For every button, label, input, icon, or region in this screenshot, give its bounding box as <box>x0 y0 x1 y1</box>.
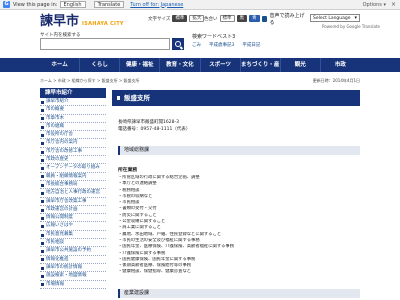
powered-by-google: Powered by Google Translate <box>322 24 380 29</box>
list-item: ・健康相談、保健指導、健康診査など <box>118 269 192 275</box>
font-size-label: 文字サイズ <box>148 16 171 22</box>
contact-info: 長崎県諫早市飯盛町開1628-3 電話番号：0957-48-1111（代表） <box>118 119 190 133</box>
keyword-link[interactable]: ごみ <box>192 42 201 48</box>
sidebar-item[interactable]: 諫早市公共施設の予約 <box>40 247 106 256</box>
sidebar-item[interactable]: 情報公開制度 <box>40 214 106 223</box>
keyword-ranking-title: 検索ワードベスト3 <box>192 34 236 40</box>
read-aloud-label: 音声で読み上げる <box>269 12 305 26</box>
color-blue-button[interactable]: 青 <box>249 15 260 22</box>
address: 長崎県諫早市飯盛町開1628-3 <box>118 120 179 125</box>
sidebar: 諫早市紹介 諫早市紹介 市の概要 市章市木 市の組織 市役所の庁舎 市庁舎内の案内 市庁舎の… <box>40 88 106 289</box>
font-size-controls: 文字サイズ 標準 拡大 <box>148 15 205 22</box>
color-label: 色合い <box>204 16 218 22</box>
sidebar-item[interactable]: 市の概要 <box>40 106 106 115</box>
sidebar-item[interactable]: 市長総合事務局 <box>40 181 106 190</box>
sidebar-item[interactable]: 施設検索・地図情報 <box>40 272 106 281</box>
turn-off-link[interactable]: Turn off for: Japanese <box>130 2 183 8</box>
font-size-large-button[interactable]: 拡大 <box>189 15 205 22</box>
sidebar-item[interactable]: 広報いさはや <box>40 222 106 231</box>
translate-language-select[interactable]: English <box>59 1 86 8</box>
sidebar-item[interactable]: 市場情報 <box>40 281 106 289</box>
search-icon <box>175 41 181 47</box>
keyword-ranking: 検索ワードベスト3 ごみ 平成歳事記3 平成日記 <box>190 33 360 50</box>
keyword-link[interactable]: 平成歳事記3 <box>209 42 234 48</box>
nav-item-health[interactable]: 健康・福祉 <box>119 58 159 72</box>
color-black-button[interactable]: 黒 <box>236 15 247 22</box>
nav-item-education[interactable]: 教育・文化 <box>159 58 199 72</box>
sidebar-item[interactable]: 職員・組織情報案内 <box>40 173 106 181</box>
logo-japanese: 諫早市 <box>40 14 80 29</box>
sidebar-item[interactable]: 情報化推進 <box>40 256 106 264</box>
font-size-standard-button[interactable]: 標準 <box>172 15 188 22</box>
view-page-in-label: View this page in: <box>13 1 58 8</box>
color-controls: 色合い 標準 黒 青 <box>204 15 260 22</box>
sidebar-item[interactable]: 市役所の庁舎 <box>40 131 106 140</box>
global-nav: ホーム くらし 健康・福祉 教育・文化 スポーツ まちづくり・産業 観光 市政 <box>0 58 400 82</box>
page: G View this page in: English Translate T… <box>0 0 400 300</box>
sidebar-item[interactable]: 市の組織 <box>40 123 106 132</box>
breadcrumb[interactable]: ホーム > 市政 > 組織から探す > 飯盛支所 > 飯盛支所 <box>40 78 139 84</box>
nav-item-tourism[interactable]: 観光 <box>279 58 320 72</box>
phone: 電話番号：0957-48-1111（代表） <box>118 127 191 132</box>
section-heading: 地域総務課 <box>118 146 360 155</box>
sidebar-item[interactable]: 諫早市の統計情報 <box>40 264 106 273</box>
sidebar-item[interactable]: 市庁舎内の案内 <box>40 139 106 148</box>
sidebar-item[interactable]: 諫早市紹介 <box>40 98 106 107</box>
sidebar-item[interactable]: 市庁舎の改修工事 <box>40 148 106 157</box>
sidebar-item[interactable]: オープンデータの取り組み <box>40 164 106 173</box>
sidebar-item[interactable]: 市政運営の計画 <box>40 206 106 215</box>
sidebar-item[interactable]: 市章市木 <box>40 115 106 123</box>
close-icon[interactable]: × <box>391 1 396 8</box>
sidebar-item[interactable]: 市民相談 <box>40 239 106 248</box>
speaker-icon <box>262 15 268 22</box>
translate-button[interactable]: Translate <box>93 1 125 8</box>
translate-bar: G View this page in: English Translate T… <box>0 0 400 10</box>
duties: 所在業務 ・所管区域の行政に関する総合企画、調整 ・本庁との連絡調整 ・税務相談 ・市… <box>118 166 358 276</box>
nav-item-industry[interactable]: まちづくり・産業 <box>239 58 280 82</box>
logo-english: ISAHAYA CITY <box>82 21 124 27</box>
language-select[interactable]: Select Language <box>310 14 360 22</box>
sidebar-title: 諫早市紹介 <box>40 88 106 98</box>
sidebar-item[interactable]: 市政の歴史 <box>40 156 106 165</box>
sidebar-item[interactable]: 地方自治と人事行政の運営 <box>40 189 106 198</box>
nav-item-sports[interactable]: スポーツ <box>199 58 240 72</box>
keyword-link[interactable]: 平成日記 <box>242 42 260 48</box>
google-translate-icon: G <box>3 1 10 8</box>
site-logo[interactable]: 諫早市 ISAHAYA CITY <box>40 14 140 28</box>
section-heading: 産業建設課 <box>118 289 360 298</box>
nav-item-home[interactable]: ホーム <box>40 58 79 72</box>
sidebar-item[interactable]: 市民意見募集 <box>40 231 106 240</box>
nav-item-city-admin[interactable]: 市政 <box>319 58 360 72</box>
search-input[interactable] <box>40 38 170 50</box>
read-aloud-button[interactable]: 音声で読み上げる <box>262 12 306 26</box>
search-button[interactable] <box>172 38 184 50</box>
duties-heading: 所在業務 <box>118 168 138 173</box>
sidebar-item[interactable]: 諫早市庁舎改築工事 <box>40 198 106 206</box>
color-standard-button[interactable]: 標準 <box>219 15 235 22</box>
updated-date: 更新日時：2014年4月1日 <box>312 78 360 83</box>
nav-item-living[interactable]: くらし <box>79 58 119 72</box>
page-title: 飯盛支所 <box>112 90 360 106</box>
options-button[interactable]: Options ▾ <box>363 2 386 8</box>
